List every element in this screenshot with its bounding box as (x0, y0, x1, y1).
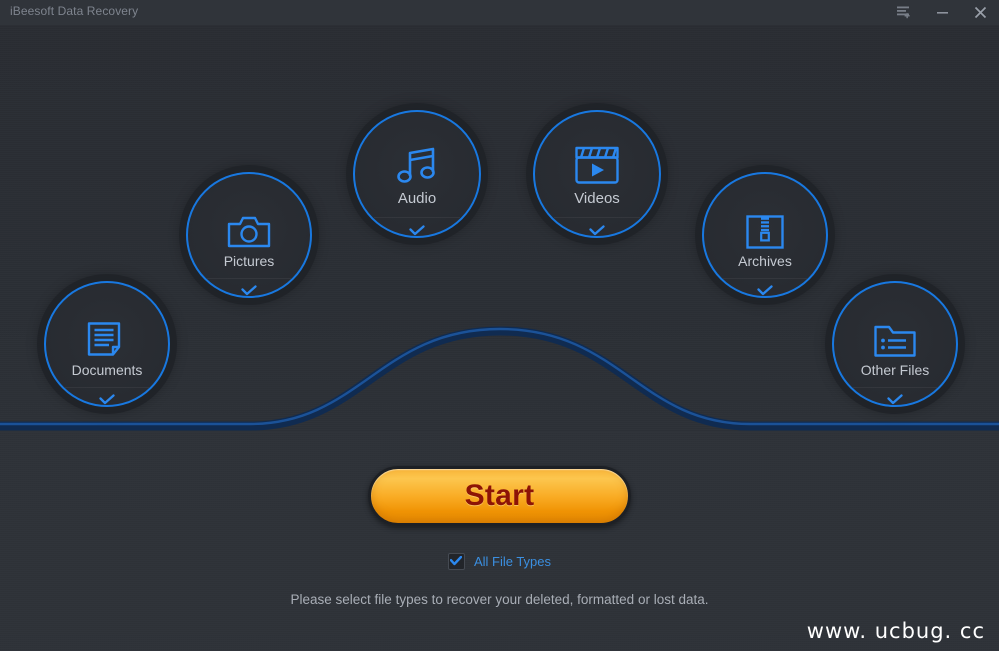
divider (374, 217, 460, 218)
close-button[interactable] (961, 0, 999, 25)
minimize-icon (936, 6, 949, 19)
clapperboard-icon (574, 112, 620, 187)
file-type-audio[interactable]: Audio (353, 110, 481, 238)
menu-list-plus-icon (897, 6, 911, 19)
file-type-stage: Audio Videos Pictures Archives Documents… (0, 25, 999, 432)
divider (723, 278, 807, 279)
file-type-pictures[interactable]: Pictures (186, 172, 312, 298)
all-file-types-checkbox[interactable] (447, 552, 465, 570)
file-type-documents[interactable]: Documents (44, 281, 170, 407)
file-type-label: Archives (738, 253, 792, 269)
watermark: www. ucbug. cc (806, 619, 985, 643)
file-type-label: Other Files (860, 362, 930, 378)
camera-icon (227, 174, 271, 250)
file-type-label: Documents (71, 362, 143, 378)
file-type-checkmark (589, 225, 605, 236)
file-type-label: Audio (397, 190, 437, 208)
file-type-archives[interactable]: Archives (702, 172, 828, 298)
file-type-checkmark (99, 394, 115, 405)
file-type-other-files[interactable]: Other Files (832, 281, 958, 407)
minimize-button[interactable] (923, 0, 961, 25)
file-type-checkmark (409, 225, 425, 236)
close-icon (974, 6, 987, 19)
start-button[interactable]: Start (368, 466, 631, 526)
all-file-types-label[interactable]: All File Types (474, 554, 551, 569)
window-controls (885, 0, 999, 25)
start-button-label: Start (464, 479, 535, 512)
file-type-checkmark (887, 394, 903, 405)
title-bar: iBeesoft Data Recovery (0, 0, 999, 26)
file-type-checkmark (241, 285, 257, 296)
file-type-videos[interactable]: Videos (533, 110, 661, 238)
app-window: iBeesoft Data Recovery Audio Videos Pict… (0, 0, 999, 651)
zip-archive-icon (745, 174, 785, 250)
hint-text: Please select file types to recover your… (290, 592, 709, 607)
divider (853, 387, 937, 388)
music-note-icon (395, 112, 439, 187)
file-type-label: Videos (574, 190, 620, 208)
divider (554, 217, 640, 218)
all-file-types-row: All File Types (0, 551, 999, 571)
folder-list-icon (873, 283, 917, 359)
file-type-checkmark (757, 285, 773, 296)
document-icon (86, 283, 128, 359)
window-title: iBeesoft Data Recovery (10, 4, 139, 18)
file-type-label: Pictures (223, 253, 275, 269)
divider (65, 387, 149, 388)
check-icon (450, 556, 463, 566)
divider (207, 278, 291, 279)
menu-button[interactable] (885, 0, 923, 25)
